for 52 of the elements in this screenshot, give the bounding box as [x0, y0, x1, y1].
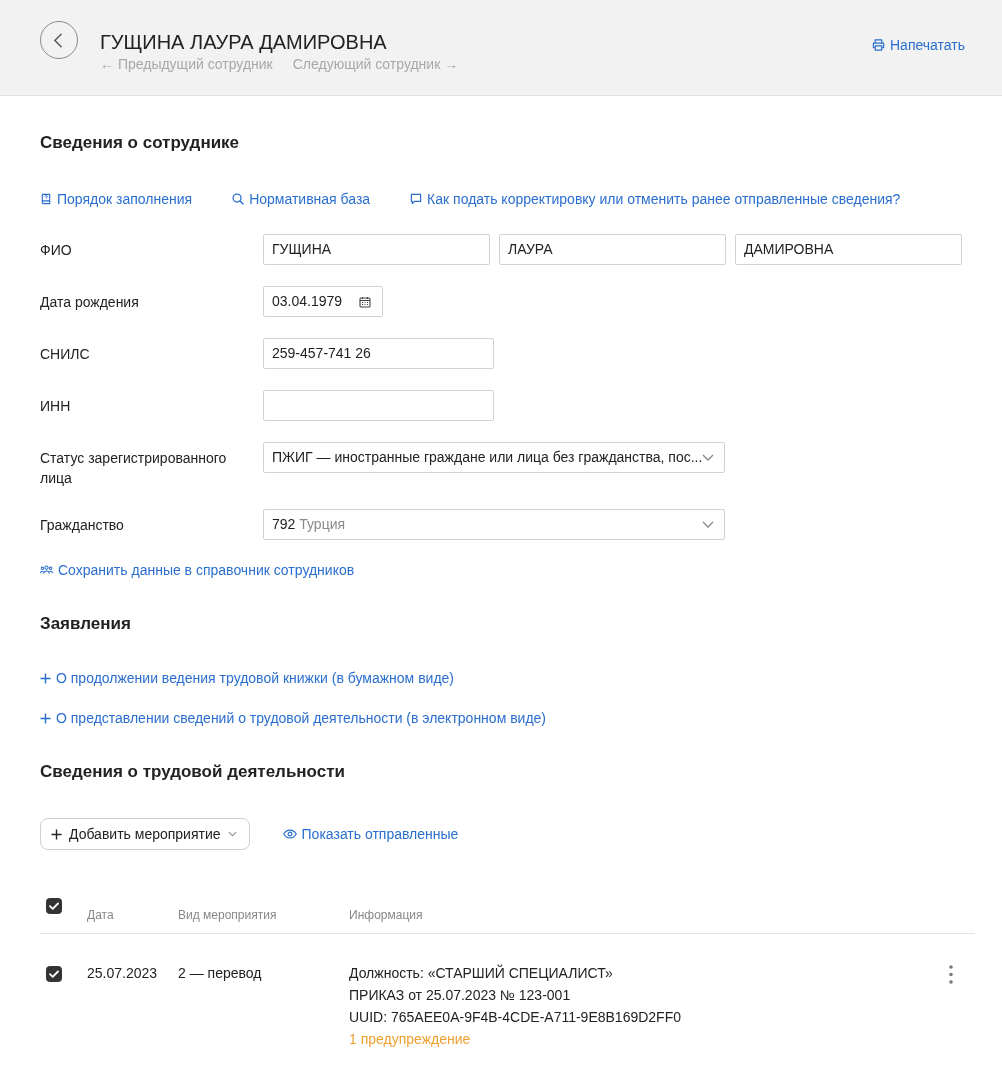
- plus-icon: [40, 672, 51, 684]
- more-icon[interactable]: [949, 965, 953, 984]
- field-label: СНИЛС: [40, 345, 91, 364]
- plus-icon: [40, 712, 51, 724]
- checkbox[interactable]: [46, 898, 62, 914]
- input-field[interactable]: ДАМИРОВНА: [735, 234, 962, 265]
- people-icon: [40, 564, 53, 576]
- section-heading: Заявления: [40, 613, 132, 635]
- event-type-cell: 2 — перевод: [178, 965, 262, 981]
- checkbox[interactable]: [46, 966, 62, 982]
- column-header: Информация: [349, 907, 424, 924]
- input-field[interactable]: ЛАУРА: [499, 234, 726, 265]
- section-heading: Сведения о трудовой деятельности: [40, 761, 346, 783]
- input-field[interactable]: [263, 390, 494, 421]
- info-text: Должность: «СТАРШИЙ СПЕЦИАЛИСТ»: [349, 963, 613, 983]
- chevron-down-icon: [702, 454, 715, 461]
- filling-guide-link[interactable]: Порядок заполнения: [40, 190, 193, 208]
- show-sent-link[interactable]: Показать отправленные: [282, 825, 459, 843]
- info-text: UUID: 765AEE0A-9F4B-4CDE-A711-9E8B169D2FF0: [349, 1008, 681, 1027]
- chevron-down-icon: [227, 831, 237, 837]
- field-label: ИНН: [40, 397, 72, 416]
- section-heading: Сведения о сотруднике: [40, 132, 241, 154]
- add-event-button[interactable]: Добавить мероприятие: [40, 818, 250, 850]
- select-field[interactable]: 792 Турция: [263, 509, 725, 540]
- correction-help-link[interactable]: Как подать корректировку или отменить ранее отправленные сведения?: [410, 190, 901, 208]
- add-application-link[interactable]: О продолжении ведения трудовой книжки (в бумажном виде): [40, 669, 454, 687]
- column-header: Вид мероприятия: [178, 907, 278, 924]
- column-header: Дата: [87, 907, 115, 924]
- date-cell: 25.07.2023: [87, 965, 158, 981]
- add-application-link[interactable]: О представлении сведений о трудовой деятельности (в электронном виде): [40, 709, 547, 727]
- search-icon: [232, 193, 245, 205]
- regulations-link[interactable]: Нормативная база: [232, 190, 371, 208]
- printer-icon: [872, 39, 885, 51]
- chevron-left-icon: [54, 32, 62, 48]
- plus-icon: [51, 828, 62, 840]
- field-label: Статус зарегистрированного лица: [40, 449, 228, 488]
- select-field[interactable]: ПЖИГ — иностранные граждане или лица без гражданства, пос...: [263, 442, 725, 473]
- employee-name-title: ГУЩИНА ЛАУРА ДАМИРОВНА: [100, 30, 388, 54]
- chevron-down-icon: [702, 521, 714, 528]
- field-label: Дата рождения: [40, 293, 140, 312]
- input-field[interactable]: ГУЩИНА: [263, 234, 490, 265]
- save-to-directory-link[interactable]: Сохранить данные в справочник сотрудников: [40, 561, 355, 579]
- chat-icon: [410, 193, 423, 205]
- input-field[interactable]: 259-457-741 26: [263, 338, 494, 369]
- date-field[interactable]: 03.04.1979: [263, 286, 383, 317]
- field-label: ФИО: [40, 241, 73, 260]
- info-text: ПРИКАЗ от 25.07.2023 № 123-001: [349, 986, 571, 1005]
- calendar-icon: [359, 295, 371, 308]
- book-icon: [40, 193, 52, 205]
- field-label: Гражданство: [40, 516, 125, 535]
- eye-icon: [282, 829, 297, 839]
- print-link[interactable]: Напечатать: [872, 36, 965, 54]
